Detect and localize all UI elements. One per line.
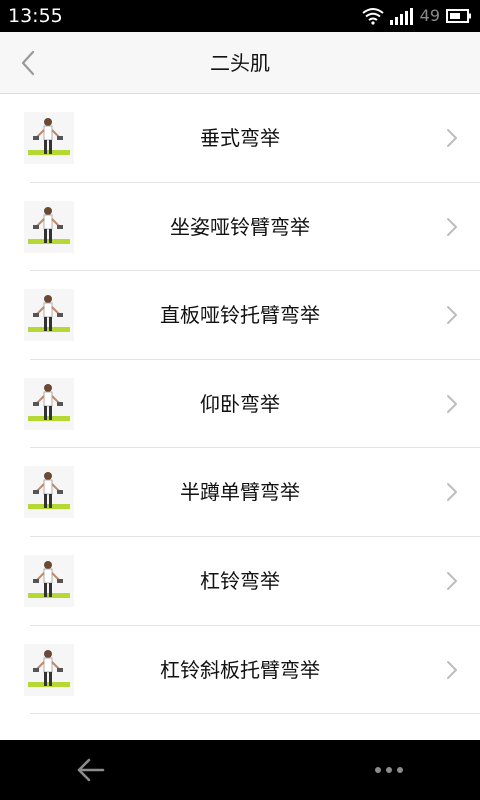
exercise-list-item[interactable]: 杠铃斜板托臂弯举 (0, 626, 480, 715)
chevron-right-icon (447, 306, 457, 325)
signal-icon (389, 8, 413, 25)
exercise-thumbnail (24, 554, 74, 607)
exercise-list-item[interactable]: 直板哑铃托臂弯举 (0, 271, 480, 360)
exercise-list: 垂式弯举坐姿哑铃臂弯举 直板哑铃托臂弯举 仰卧弯举半蹲单臂弯举 杠铃弯举杠铃斜板托臂弯… (0, 94, 480, 740)
exercise-label: 坐姿哑铃臂弯举 (170, 214, 310, 239)
exercise-label: 杠铃弯举 (200, 568, 280, 593)
exercise-label: 杠铃斜板托臂弯举 (160, 657, 320, 682)
status-bar: 13:55 49 (0, 0, 480, 32)
status-icons: 49 (362, 4, 472, 28)
exercise-label: 半蹲单臂弯举 (180, 480, 300, 505)
nav-more-button[interactable] (366, 750, 412, 790)
app-screen: 13:55 49 二头肌 垂式弯举 坐姿哑铃臂弯举 直板哑铃托臂弯举 仰卧弯举 … (0, 0, 480, 800)
exercise-thumbnail (24, 200, 74, 253)
exercise-label: 垂式弯举 (200, 126, 280, 150)
exercise-label: 仰卧弯举 (200, 391, 280, 416)
battery-level: 49 (419, 6, 440, 25)
battery-icon (446, 9, 471, 23)
app-header: 二头肌 (0, 32, 480, 94)
chevron-right-icon (447, 483, 457, 502)
exercise-thumbnail (24, 643, 74, 696)
exercise-list-item[interactable]: 仰卧弯举 (0, 360, 480, 449)
more-dots-icon (375, 767, 403, 773)
status-time: 13:55 (8, 5, 63, 27)
exercise-list-item[interactable]: 杠铃弯举 (0, 537, 480, 626)
back-arrow-icon (77, 758, 105, 782)
exercise-thumbnail (24, 112, 74, 164)
chevron-right-icon (447, 571, 457, 590)
chevron-right-icon (447, 129, 457, 147)
chevron-right-icon (447, 217, 457, 236)
exercise-list-item[interactable]: 垂式弯举 (0, 94, 480, 183)
chevron-right-icon (447, 394, 457, 413)
exercise-thumbnail (24, 289, 74, 342)
nav-back-button[interactable] (68, 750, 114, 790)
navigation-bar (0, 740, 480, 800)
exercise-list-item[interactable]: 半蹲单臂弯举 (0, 448, 480, 537)
wifi-icon (362, 8, 384, 25)
exercise-thumbnail (24, 466, 74, 519)
exercise-list-item[interactable]: 坐姿哑铃臂弯举 (0, 183, 480, 272)
list-divider (30, 713, 480, 715)
page-title: 二头肌 (210, 51, 270, 75)
exercise-label: 直板哑铃托臂弯举 (160, 303, 320, 328)
exercise-thumbnail (24, 377, 74, 430)
chevron-right-icon (447, 660, 457, 679)
